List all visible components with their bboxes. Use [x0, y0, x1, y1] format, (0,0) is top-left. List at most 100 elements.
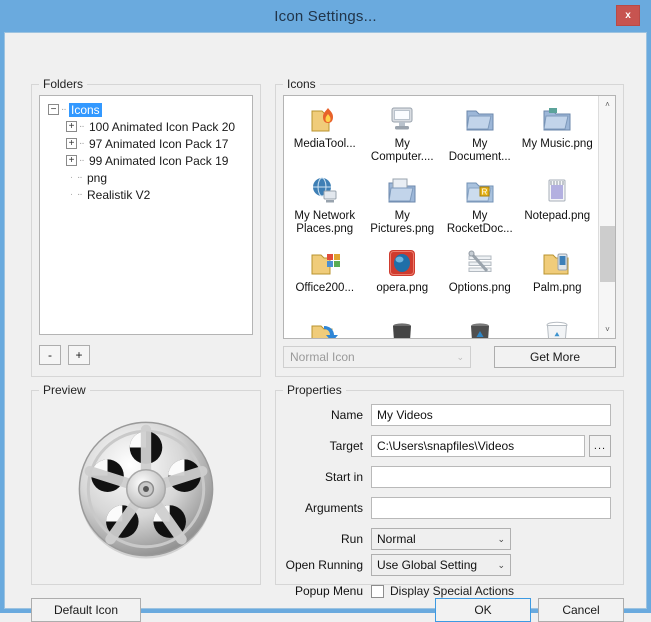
add-folder-button[interactable]: +	[68, 345, 90, 365]
remove-folder-button[interactable]: -	[39, 345, 61, 365]
options-sliders-icon	[468, 250, 492, 272]
rocketdock-folder-icon: R	[466, 182, 494, 203]
open-running-select[interactable]: Use Global Setting ⌄	[371, 554, 511, 576]
collapse-icon[interactable]: −	[48, 104, 59, 115]
dialog-client-area: Folders − ·· Icons + ·· 100 Animated Ico…	[4, 32, 647, 622]
default-icon-button[interactable]: Default Icon	[31, 598, 141, 622]
icon-item[interactable]	[519, 318, 597, 338]
tree-item-label: Realistik V2	[87, 187, 151, 202]
get-more-button[interactable]: Get More	[494, 346, 616, 368]
field-row-target: Target C:\Users\snapfiles\Videos ...	[275, 434, 624, 458]
field-row-start-in: Start in	[275, 465, 624, 489]
icons-list[interactable]: MediaTool... My Computer.... My Document…	[283, 95, 616, 339]
scroll-down-icon[interactable]: ˅	[599, 321, 615, 338]
properties-group-label: Properties	[283, 383, 346, 397]
icon-caption: Options.png	[448, 282, 511, 294]
icon-caption: My RocketDoc...	[446, 210, 513, 235]
icon-item[interactable]: Notepad.png	[519, 174, 597, 246]
tree-item-pack-97[interactable]: + ·· 97 Animated Icon Pack 17	[44, 135, 248, 152]
preview-area	[39, 401, 253, 577]
arguments-input[interactable]	[371, 497, 611, 519]
tree-connector: ··	[79, 121, 85, 132]
name-input[interactable]: My Videos	[371, 404, 611, 426]
title-bar: Icon Settings... x	[4, 0, 647, 32]
display-special-actions-checkbox-wrap[interactable]: Display Special Actions	[371, 584, 514, 598]
field-row-run: Run Normal ⌄	[275, 527, 624, 551]
display-special-actions-checkbox[interactable]	[371, 584, 384, 598]
icon-caption: Palm.png	[532, 282, 582, 294]
icon-caption: opera.png	[376, 282, 429, 294]
pictures-folder-icon	[388, 178, 416, 203]
opera-icon	[389, 250, 416, 276]
palm-folder-icon	[543, 253, 569, 275]
expand-icon[interactable]: +	[66, 121, 77, 132]
chevron-down-icon: ⌄	[497, 533, 505, 544]
refresh-folder-icon	[311, 325, 338, 338]
icon-item[interactable]: R My RocketDoc...	[441, 174, 519, 246]
documents-folder-icon	[466, 110, 494, 131]
icon-item[interactable]: My Computer....	[364, 102, 442, 174]
browse-button[interactable]: ...	[589, 435, 611, 457]
icon-caption: My Pictures.png	[370, 210, 435, 235]
ok-button[interactable]: OK	[435, 598, 531, 622]
icon-caption: Notepad.png	[524, 210, 591, 222]
properties-group: Properties Name My Videos Target C:\User…	[275, 383, 624, 598]
tree-connector: ··	[79, 138, 85, 149]
preview-group: Preview	[31, 383, 261, 585]
icon-type-select[interactable]: Normal Icon ⌄	[283, 346, 471, 368]
tree-item-pack-99[interactable]: + ·· 99 Animated Icon Pack 19	[44, 152, 248, 169]
tree-item-label: png	[87, 170, 108, 185]
open-running-label: Open Running	[285, 558, 363, 572]
icon-item[interactable]: Options.png	[441, 246, 519, 318]
tree-item-png[interactable]: · ·· png	[44, 169, 248, 186]
scrollbar-thumb[interactable]	[600, 226, 615, 282]
my-computer-icon	[391, 107, 413, 130]
target-input[interactable]: C:\Users\snapfiles\Videos	[371, 435, 585, 457]
icon-item[interactable]: My Music.png	[519, 102, 597, 174]
chevron-down-icon: ⌄	[497, 559, 505, 570]
cancel-button[interactable]: Cancel	[538, 598, 624, 622]
run-value: Normal	[377, 532, 416, 546]
icon-item[interactable]: Office200...	[286, 246, 364, 318]
icon-caption: My Computer....	[370, 138, 434, 163]
icon-caption: MediaTool...	[293, 138, 356, 150]
icon-settings-window: Icon Settings... x Folders − ·· Icons + …	[0, 0, 651, 622]
icon-caption: Office200...	[295, 282, 355, 294]
icon-item[interactable]: opera.png	[364, 246, 442, 318]
icon-item[interactable]: Palm.png	[519, 246, 597, 318]
expand-icon[interactable]: +	[66, 138, 77, 149]
recycle-bin-empty-icon	[546, 321, 568, 338]
start-in-input[interactable]	[371, 466, 611, 488]
scroll-up-icon[interactable]: ˄	[599, 96, 615, 113]
folders-tree[interactable]: − ·· Icons + ·· 100 Animated Icon Pack 2…	[39, 95, 253, 335]
expand-icon[interactable]: +	[66, 155, 77, 166]
icon-item[interactable]: MediaTool...	[286, 102, 364, 174]
tree-item-label: 100 Animated Icon Pack 20	[89, 119, 236, 134]
icon-item[interactable]	[364, 318, 442, 338]
icon-caption: My Network Places.png	[294, 210, 356, 235]
icon-item[interactable]	[286, 318, 364, 338]
tree-connector: ··	[79, 155, 85, 166]
icons-scrollbar[interactable]: ˄ ˅	[598, 96, 615, 338]
icons-group-label: Icons	[283, 77, 320, 91]
icon-item[interactable]: My Network Places.png	[286, 174, 364, 246]
film-reel-icon	[78, 421, 214, 559]
chevron-down-icon: ⌄	[456, 351, 464, 362]
tree-item-pack-100[interactable]: + ·· 100 Animated Icon Pack 20	[44, 118, 248, 135]
tree-item-icons[interactable]: − ·· Icons	[44, 101, 248, 118]
field-row-open-running: Open Running Use Global Setting ⌄	[275, 553, 624, 577]
tree-connector: ··	[61, 104, 67, 115]
run-select[interactable]: Normal ⌄	[371, 528, 511, 550]
icons-group: Icons MediaTool... My Computer.... My Do…	[275, 77, 624, 377]
icon-type-value: Normal Icon	[290, 350, 355, 364]
tree-connector: ·	[69, 189, 74, 200]
media-folder-flame-icon	[311, 108, 333, 132]
arguments-label: Arguments	[304, 501, 363, 515]
tree-item-realistik-v2[interactable]: · ·· Realistik V2	[44, 186, 248, 203]
icon-item[interactable]	[441, 318, 519, 338]
office-folder-icon	[311, 254, 340, 275]
music-folder-icon	[543, 108, 571, 131]
close-icon[interactable]: x	[616, 5, 640, 26]
icon-item[interactable]: My Document...	[441, 102, 519, 174]
icon-item[interactable]: My Pictures.png	[364, 174, 442, 246]
